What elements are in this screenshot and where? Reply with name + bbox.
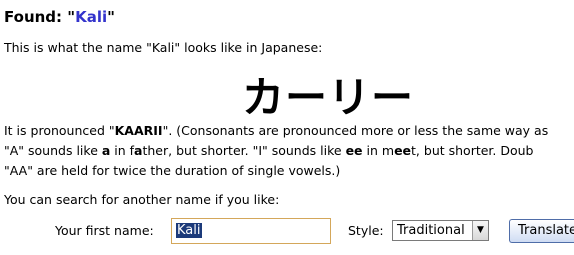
found-quote-open: " [67,8,76,26]
pronunciation-line-3: "AA" are held for twice the duration of … [4,163,341,178]
pronunciation-prefix: It is pronounced " [4,123,115,138]
found-heading: Found: "Kali" [4,8,115,26]
vowel-text-5: t, but shorter. Doub [411,143,534,158]
found-quote-close: " [107,8,115,26]
translate-button[interactable]: Translate [509,219,574,243]
first-name-value: Kali [176,223,202,238]
vowel-text-2: in f [110,143,135,158]
first-name-label: Your first name: [55,223,154,238]
pronunciation-word: KAARII [114,123,163,138]
vowel-text-1: "A" sounds like [4,143,102,158]
style-select[interactable]: Traditional ▼ [392,220,489,241]
vowel-text-3: ther, but shorter. "I" sounds like [142,143,346,158]
intro-text: This is what the name "Kali" looks like … [4,40,323,55]
style-label: Style: [348,223,384,238]
pronunciation-line-1: It is pronounced "KAARII". (Consonants a… [4,123,548,138]
vowel-bold-3: ee [345,143,363,158]
search-prompt: You can search for another name if you l… [4,192,280,207]
chevron-down-icon[interactable]: ▼ [472,221,488,240]
style-selected-value: Traditional [397,223,465,238]
vowel-bold-4: ee [394,143,412,158]
first-name-input[interactable]: Kali [171,218,331,244]
found-prefix: Found: [4,8,68,26]
vowel-text-4: in m [362,143,395,158]
found-name: Kali [75,8,108,26]
katakana-name-image: カーリー [242,73,415,122]
pronunciation-line-2: "A" sounds like a in father, but shorter… [4,143,534,158]
pronunciation-suffix: ". (Consonants are pronounced more or le… [162,123,549,138]
